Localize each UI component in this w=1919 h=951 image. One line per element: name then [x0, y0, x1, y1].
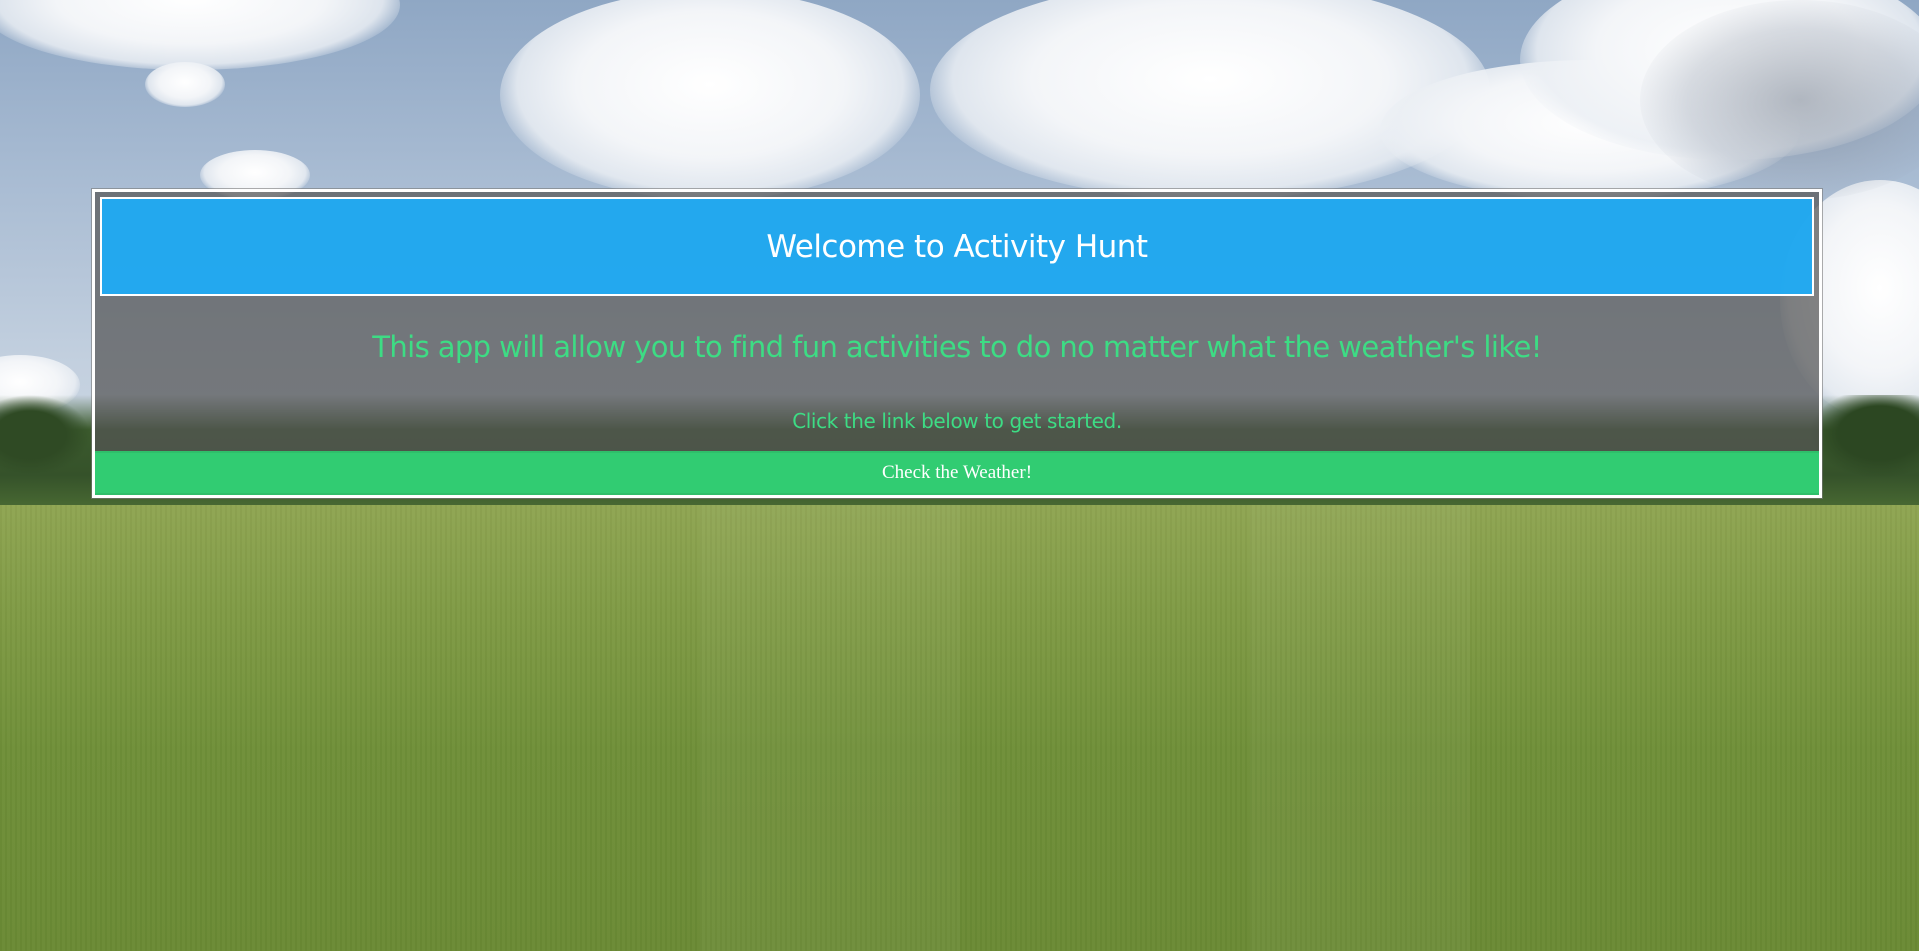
grass-stripe — [1250, 505, 1470, 951]
get-started-instruction: Click the link below to get started. — [792, 409, 1122, 433]
check-weather-bar[interactable]: Check the Weather! — [95, 451, 1819, 495]
welcome-panel: Welcome to Activity Hunt This app will a… — [92, 189, 1822, 498]
cloud — [145, 62, 225, 107]
grass-stripe — [700, 505, 960, 951]
header-bar: Welcome to Activity Hunt — [100, 197, 1814, 296]
app-description: This app will allow you to find fun acti… — [372, 330, 1542, 364]
page-title: Welcome to Activity Hunt — [766, 228, 1148, 265]
check-weather-link[interactable]: Check the Weather! — [882, 462, 1032, 484]
